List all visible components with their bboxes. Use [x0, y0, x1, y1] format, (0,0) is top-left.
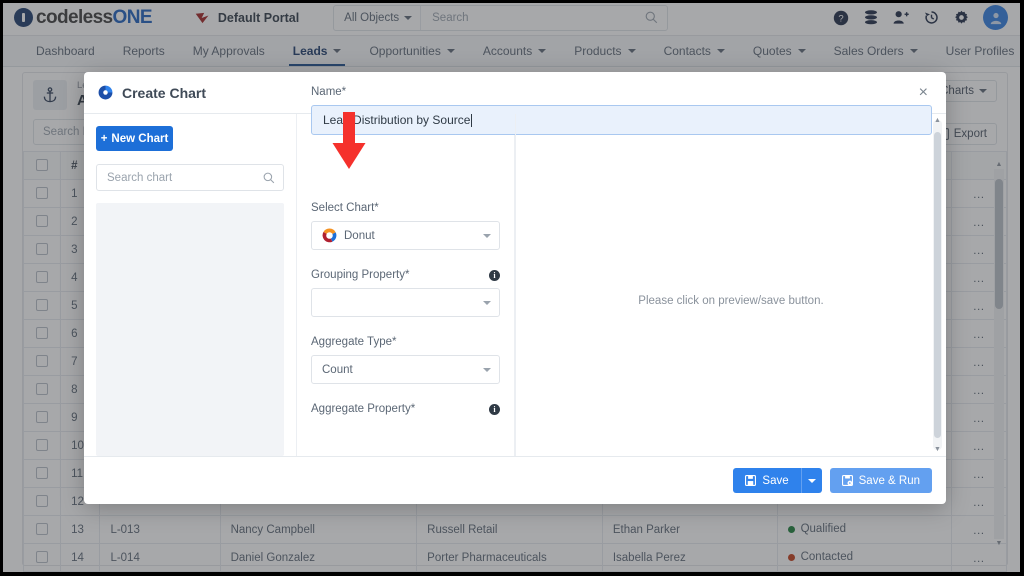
save-options-dropdown[interactable] [800, 468, 822, 493]
donut-chart-icon [322, 228, 337, 243]
info-icon[interactable]: i [489, 269, 500, 281]
new-chart-button[interactable]: + New Chart [96, 126, 173, 151]
new-chart-label: New Chart [111, 132, 169, 145]
select-chart-value: Donut [344, 229, 375, 242]
field-label-text: Grouping Property* [311, 269, 410, 281]
modal-title: Create Chart [122, 84, 207, 101]
select-chart-label: Select Chart* [311, 202, 500, 214]
chevron-down-icon [807, 478, 816, 483]
chevron-down-icon [483, 233, 491, 238]
text-cursor [471, 113, 473, 127]
select-chart-value-wrap: Donut [322, 228, 483, 243]
app-root: codelessONE Default Portal All Objects S… [0, 0, 1024, 576]
preview-message: Please click on preview/save button. [638, 295, 824, 307]
aggregate-type-label: Aggregate Type* [311, 336, 500, 348]
save-and-run-button-label: Save & Run [858, 474, 920, 487]
search-icon [263, 172, 275, 183]
chart-config-form: Select Chart* Donut Grouping Property* i… [297, 114, 515, 456]
aggregate-property-label: Aggregate Property* i [311, 403, 500, 415]
save-button[interactable]: Save [733, 468, 801, 493]
save-and-run-button[interactable]: Save & Run [829, 468, 932, 493]
chart-list-panel: + New Chart Search chart [84, 114, 297, 456]
create-chart-modal: Create Chart × + New Chart Search chart [84, 72, 946, 504]
plus-icon: + [100, 132, 108, 145]
name-label: Name* [311, 86, 347, 98]
grouping-property-label: Grouping Property* i [311, 269, 500, 281]
frame-right [1020, 0, 1024, 576]
chart-config-fields: Select Chart* Donut Grouping Property* i… [297, 202, 514, 415]
saved-charts-list[interactable] [96, 203, 284, 456]
field-label-text: Aggregate Type* [311, 336, 397, 348]
aggregate-type-value: Count [322, 363, 353, 376]
annotation-arrow-icon [332, 112, 366, 169]
save-run-icon [841, 475, 853, 486]
frame-left [0, 0, 3, 576]
aggregate-type-dropdown[interactable]: Count [311, 355, 500, 384]
chevron-down-icon [483, 367, 491, 372]
search-chart-input[interactable]: Search chart [96, 164, 284, 191]
select-chart-dropdown[interactable]: Donut [311, 221, 500, 250]
frame-bottom [0, 572, 1024, 576]
save-button-group: Save [733, 468, 822, 493]
field-label-text: Select Chart* [311, 202, 379, 214]
preview-scrollbar[interactable]: ▲ ▼ [933, 117, 942, 453]
search-chart-placeholder: Search chart [107, 171, 173, 184]
save-button-label: Save [762, 474, 789, 487]
modal-footer: Save Save & Run [84, 456, 946, 504]
scrollbar-thumb[interactable] [934, 132, 941, 438]
field-label-text: Aggregate Property* [311, 403, 416, 415]
info-icon[interactable]: i [489, 403, 500, 415]
scroll-down-arrow-icon[interactable]: ▼ [933, 446, 942, 453]
save-disk-icon [745, 475, 757, 486]
pie-chart-icon [98, 85, 113, 100]
scroll-up-arrow-icon[interactable]: ▲ [933, 117, 942, 124]
modal-body: + New Chart Search chart Select Chart* D… [84, 86, 946, 456]
grouping-property-dropdown[interactable] [311, 288, 500, 317]
chart-preview-panel: Please click on preview/save button. ▲ ▼ [515, 114, 946, 456]
chevron-down-icon [483, 300, 491, 305]
frame-top [0, 0, 1024, 3]
